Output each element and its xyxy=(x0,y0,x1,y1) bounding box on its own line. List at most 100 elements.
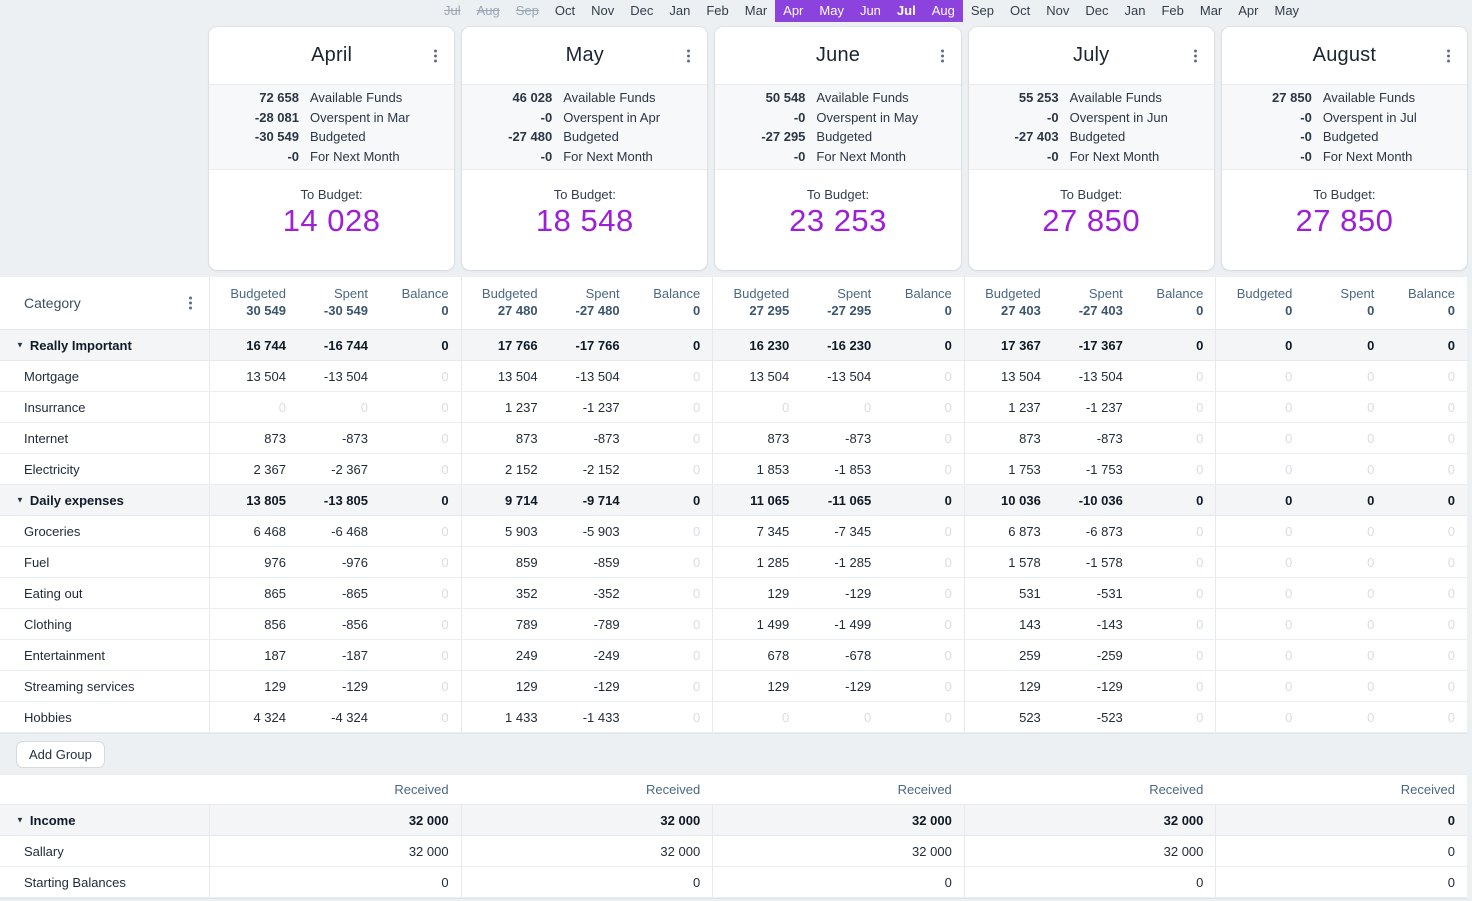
month-tab-dec[interactable]: Dec xyxy=(1077,0,1116,22)
budgeted-cell[interactable]: 7 345 xyxy=(713,524,789,539)
budgeted-cell[interactable]: 13 504 xyxy=(965,369,1041,384)
category-menu-icon[interactable] xyxy=(184,292,197,315)
category-name-cell[interactable]: Mortgage xyxy=(0,361,209,391)
month-tab-feb[interactable]: Feb xyxy=(1153,0,1191,22)
budgeted-cell[interactable]: 523 xyxy=(965,710,1041,725)
month-tab-oct[interactable]: Oct xyxy=(1002,0,1038,22)
budgeted-cell[interactable]: 1 237 xyxy=(462,400,538,415)
category-name-cell[interactable]: Eating out xyxy=(0,578,209,608)
budgeted-cell[interactable]: 0 xyxy=(1216,586,1292,601)
group-row-daily-expenses[interactable]: ▼Daily expenses13 805-13 80509 714-9 714… xyxy=(0,485,1467,516)
budgeted-cell[interactable]: 0 xyxy=(713,710,789,725)
month-tab-sep[interactable]: Sep xyxy=(963,0,1002,22)
group-row-really-important[interactable]: ▼Really Important16 744-16 744017 766-17… xyxy=(0,330,1467,361)
budgeted-cell[interactable]: 129 xyxy=(713,586,789,601)
category-name-cell[interactable]: Clothing xyxy=(0,609,209,639)
budgeted-cell[interactable]: 0 xyxy=(1216,462,1292,477)
budgeted-cell[interactable]: 143 xyxy=(965,617,1041,632)
month-tab-mar[interactable]: Mar xyxy=(1192,0,1230,22)
month-tab-apr[interactable]: Apr xyxy=(775,0,811,22)
category-name-cell[interactable]: Fuel xyxy=(0,547,209,577)
category-name-cell[interactable]: Insurrance xyxy=(0,392,209,422)
month-tab-jan[interactable]: Jan xyxy=(1116,0,1153,22)
budgeted-cell[interactable]: 0 xyxy=(1216,648,1292,663)
category-name-cell[interactable]: Internet xyxy=(0,423,209,453)
month-tab-aug[interactable]: Aug xyxy=(924,0,963,22)
month-tab-dec[interactable]: Dec xyxy=(622,0,661,22)
budgeted-cell[interactable]: 856 xyxy=(210,617,286,632)
budgeted-cell[interactable]: 352 xyxy=(462,586,538,601)
budgeted-cell[interactable]: 6 873 xyxy=(965,524,1041,539)
category-name-cell[interactable]: Streaming services xyxy=(0,671,209,701)
budgeted-cell[interactable]: 531 xyxy=(965,586,1041,601)
budgeted-cell[interactable]: 976 xyxy=(210,555,286,570)
budgeted-cell[interactable]: 129 xyxy=(965,679,1041,694)
budgeted-cell[interactable]: 129 xyxy=(713,679,789,694)
month-tab-jul[interactable]: Jul xyxy=(436,0,469,22)
budgeted-cell[interactable]: 1 285 xyxy=(713,555,789,570)
add-group-button[interactable]: Add Group xyxy=(16,741,105,768)
budgeted-cell[interactable]: 873 xyxy=(210,431,286,446)
category-name-cell[interactable]: Starting Balances xyxy=(0,867,209,897)
category-name-cell[interactable]: Sallary xyxy=(0,836,209,866)
month-tab-mar[interactable]: Mar xyxy=(737,0,775,22)
month-tab-oct[interactable]: Oct xyxy=(547,0,583,22)
budgeted-cell[interactable]: 2 152 xyxy=(462,462,538,477)
budgeted-cell[interactable]: 0 xyxy=(1216,555,1292,570)
budgeted-cell[interactable]: 678 xyxy=(713,648,789,663)
month-tab-may[interactable]: May xyxy=(1266,0,1307,22)
category-name-cell[interactable]: Electricity xyxy=(0,454,209,484)
budgeted-cell[interactable]: 865 xyxy=(210,586,286,601)
kebab-menu-icon[interactable] xyxy=(1189,44,1202,67)
budgeted-cell[interactable]: 1 578 xyxy=(965,555,1041,570)
budgeted-cell[interactable]: 249 xyxy=(462,648,538,663)
budgeted-cell[interactable]: 0 xyxy=(1216,369,1292,384)
kebab-menu-icon[interactable] xyxy=(682,44,695,67)
group-row-income[interactable]: ▼Income32 00032 00032 00032 0000 xyxy=(0,805,1467,836)
budgeted-cell[interactable]: 0 xyxy=(1216,400,1292,415)
month-tab-feb[interactable]: Feb xyxy=(698,0,736,22)
budgeted-cell[interactable]: 0 xyxy=(210,400,286,415)
budgeted-cell[interactable]: 13 504 xyxy=(462,369,538,384)
budgeted-cell[interactable]: 873 xyxy=(965,431,1041,446)
month-tab-sep[interactable]: Sep xyxy=(508,0,547,22)
budgeted-cell[interactable]: 0 xyxy=(1216,710,1292,725)
budgeted-cell[interactable]: 1 499 xyxy=(713,617,789,632)
month-tab-jun[interactable]: Jun xyxy=(852,0,889,22)
budgeted-cell[interactable]: 5 903 xyxy=(462,524,538,539)
budgeted-cell[interactable]: 0 xyxy=(1216,617,1292,632)
budgeted-cell[interactable]: 129 xyxy=(210,679,286,694)
budgeted-cell[interactable]: 873 xyxy=(713,431,789,446)
budgeted-cell[interactable]: 13 504 xyxy=(210,369,286,384)
kebab-menu-icon[interactable] xyxy=(1442,44,1455,67)
budgeted-cell[interactable]: 187 xyxy=(210,648,286,663)
budgeted-cell[interactable]: 789 xyxy=(462,617,538,632)
month-tab-nov[interactable]: Nov xyxy=(1038,0,1077,22)
group-name-cell[interactable]: ▼Daily expenses xyxy=(0,485,209,515)
group-name-cell[interactable]: ▼Income xyxy=(0,805,209,835)
budgeted-cell[interactable]: 0 xyxy=(1216,431,1292,446)
budgeted-cell[interactable]: 1 753 xyxy=(965,462,1041,477)
budgeted-cell[interactable]: 259 xyxy=(965,648,1041,663)
month-tab-jan[interactable]: Jan xyxy=(661,0,698,22)
budgeted-cell[interactable]: 859 xyxy=(462,555,538,570)
kebab-menu-icon[interactable] xyxy=(936,44,949,67)
budgeted-cell[interactable]: 6 468 xyxy=(210,524,286,539)
budgeted-cell[interactable]: 4 324 xyxy=(210,710,286,725)
category-name-cell[interactable]: Hobbies xyxy=(0,702,209,732)
budgeted-cell[interactable]: 13 504 xyxy=(713,369,789,384)
kebab-menu-icon[interactable] xyxy=(429,44,442,67)
category-name-cell[interactable]: Entertainment xyxy=(0,640,209,670)
month-tab-nov[interactable]: Nov xyxy=(583,0,622,22)
budgeted-cell[interactable]: 2 367 xyxy=(210,462,286,477)
budgeted-cell[interactable]: 1 433 xyxy=(462,710,538,725)
group-name-cell[interactable]: ▼Really Important xyxy=(0,330,209,360)
budgeted-cell[interactable]: 129 xyxy=(462,679,538,694)
budgeted-cell[interactable]: 873 xyxy=(462,431,538,446)
month-tab-jul[interactable]: Jul xyxy=(889,0,924,22)
category-name-cell[interactable]: Groceries xyxy=(0,516,209,546)
month-tab-may[interactable]: May xyxy=(811,0,852,22)
budgeted-cell[interactable]: 0 xyxy=(1216,524,1292,539)
budgeted-cell[interactable]: 0 xyxy=(1216,679,1292,694)
budgeted-cell[interactable]: 1 237 xyxy=(965,400,1041,415)
